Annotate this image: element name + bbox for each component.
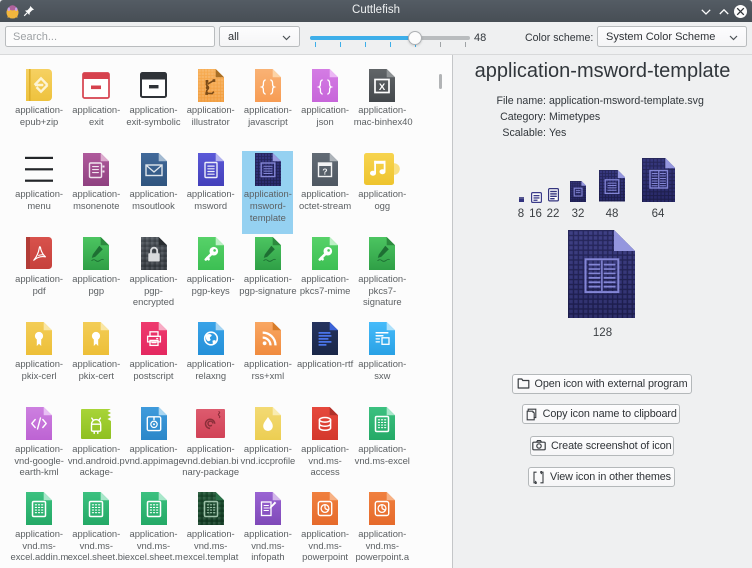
- svg-text:?: ?: [322, 166, 327, 176]
- svg-text:X: X: [379, 82, 386, 93]
